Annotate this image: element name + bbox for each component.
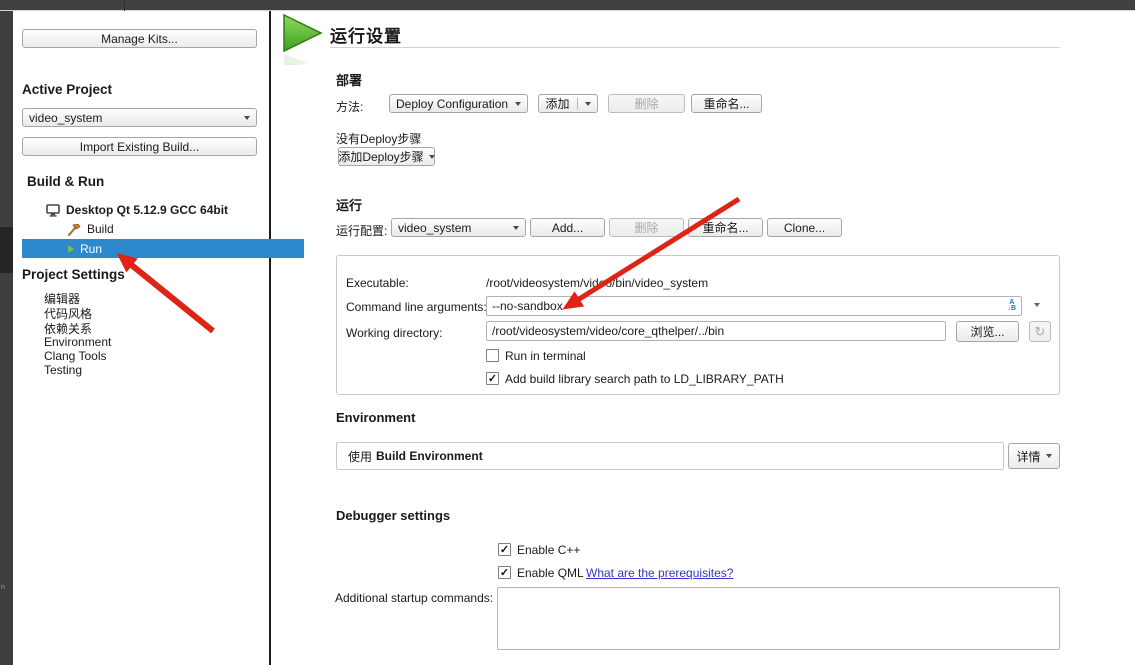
deploy-section-heading: 部署 [336, 70, 362, 89]
deploy-method-label: 方法: [336, 98, 363, 115]
args-value: --no-sandbox [492, 299, 563, 313]
reset-workdir-button[interactable]: ↻ [1029, 321, 1051, 342]
active-project-value: video_system [29, 111, 102, 125]
import-build-label: Import Existing Build... [80, 140, 199, 154]
enable-cpp-checkbox[interactable] [498, 543, 511, 556]
deploy-method-value: Deploy Configuration [396, 97, 508, 111]
sidebar-item-run[interactable]: Run [22, 239, 304, 258]
chevron-down-icon [515, 102, 521, 106]
build-label: Build [87, 222, 114, 236]
environment-summary-name: Build Environment [376, 449, 483, 463]
run-in-terminal-checkbox[interactable] [486, 349, 499, 362]
deploy-remove-label: 删除 [634, 95, 658, 112]
deploy-add-button[interactable]: 添加 [538, 94, 598, 113]
prerequisites-link[interactable]: What are the prerequisites? [586, 566, 733, 580]
environment-summary-box: 使用 Build Environment [336, 442, 1004, 470]
run-config-value: video_system [398, 221, 471, 235]
top-bar-divider [124, 0, 125, 11]
project-settings-heading: Project Settings [22, 267, 125, 282]
executable-label: Executable: [346, 276, 409, 290]
enable-qml-label: Enable QML [517, 566, 584, 580]
run-in-terminal-label: Run in terminal [505, 349, 586, 363]
browse-button[interactable]: 浏览... [956, 321, 1019, 342]
kit-label: Desktop Qt 5.12.9 GCC 64bit [66, 203, 228, 217]
deploy-rename-button[interactable]: 重命名... [691, 94, 762, 113]
workdir-label: Working directory: [346, 326, 442, 340]
add-deploy-step-label: 添加Deploy步骤 [338, 148, 423, 165]
import-existing-build-button[interactable]: Import Existing Build... [22, 137, 257, 156]
chevron-down-icon [429, 155, 435, 159]
sidebar-item-clang-tools[interactable]: Clang Tools [44, 349, 106, 363]
args-history-dropdown-icon[interactable] [1034, 303, 1040, 307]
args-input[interactable]: --no-sandbox A ↓B [486, 296, 1022, 316]
run-section-heading: 运行 [336, 195, 362, 214]
environment-summary-prefix: 使用 [348, 448, 372, 465]
run-config-select[interactable]: video_system [391, 218, 526, 237]
add-library-path-label: Add build library search path to LD_LIBR… [505, 372, 784, 386]
workdir-value: /root/videosystem/video/core_qthelper/..… [492, 324, 724, 338]
chevron-down-icon [513, 226, 519, 230]
build-and-run-heading: Build & Run [27, 174, 104, 189]
manage-kits-label: Manage Kits... [101, 32, 178, 46]
environment-details-button[interactable]: 详情 [1008, 443, 1060, 469]
chevron-down-icon [1046, 454, 1052, 458]
insert-variable-icon[interactable]: A ↓B [1007, 300, 1016, 312]
deploy-rename-label: 重命名... [703, 95, 749, 112]
page-title: 运行设置 [330, 22, 402, 47]
mode-bar [0, 11, 13, 665]
enable-qml-checkbox[interactable] [498, 566, 511, 579]
sidebar-item-environment[interactable]: Environment [44, 335, 111, 349]
executable-value: /root/videosystem/video/bin/video_system [486, 276, 708, 290]
sidebar-item-build[interactable]: Build [68, 221, 114, 237]
sidebar-item-kit[interactable]: Desktop Qt 5.12.9 GCC 64bit [46, 202, 228, 218]
monitor-icon [46, 204, 60, 217]
run-label: Run [80, 242, 102, 256]
play-icon [68, 245, 74, 253]
startup-commands-textarea[interactable] [497, 587, 1060, 650]
qt-creator-projects-window: n Manage Kits... Active Project video_sy… [0, 0, 1135, 665]
run-rename-label: 重命名... [702, 219, 748, 236]
run-add-label: Add... [552, 221, 583, 235]
active-project-select[interactable]: video_system [22, 108, 257, 127]
add-library-path-checkbox[interactable] [486, 372, 499, 385]
run-rename-button[interactable]: 重命名... [688, 218, 763, 237]
debugger-section-heading: Debugger settings [336, 508, 450, 523]
hammer-icon [68, 223, 81, 236]
reset-icon: ↻ [1035, 324, 1046, 340]
startup-commands-label: Additional startup commands: [335, 591, 493, 605]
run-clone-label: Clone... [784, 221, 825, 235]
modebar-glyph: n [1, 584, 5, 591]
manage-kits-button[interactable]: Manage Kits... [22, 29, 257, 48]
sidebar-divider [269, 11, 271, 665]
workdir-input[interactable]: /root/videosystem/video/core_qthelper/..… [486, 321, 946, 341]
title-underline [330, 47, 1060, 48]
run-settings-logo-icon [281, 13, 325, 70]
no-deploy-steps-label: 没有Deploy步骤 [336, 130, 421, 147]
environment-section-heading: Environment [336, 410, 415, 425]
run-add-button[interactable]: Add... [530, 218, 605, 237]
deploy-method-select[interactable]: Deploy Configuration [389, 94, 528, 113]
run-clone-button[interactable]: Clone... [767, 218, 842, 237]
deploy-add-label: 添加 [545, 95, 569, 112]
sidebar-item-testing[interactable]: Testing [44, 363, 82, 377]
window-top-bar [0, 0, 1135, 11]
arrow-to-run-item [129, 263, 213, 331]
modebar-selected-indicator [0, 227, 13, 273]
run-remove-button[interactable]: 删除 [609, 218, 684, 237]
run-config-label: 运行配置: [336, 222, 387, 239]
details-label: 详情 [1016, 448, 1040, 465]
deploy-remove-button[interactable]: 删除 [608, 94, 685, 113]
run-remove-label: 删除 [634, 219, 658, 236]
chevron-down-icon [244, 116, 250, 120]
browse-label: 浏览... [970, 323, 1004, 340]
button-split-divider [577, 98, 578, 110]
args-label: Command line arguments: [346, 300, 487, 314]
active-project-heading: Active Project [22, 82, 112, 97]
add-deploy-step-button[interactable]: 添加Deploy步骤 [338, 147, 435, 166]
enable-cpp-label: Enable C++ [517, 543, 580, 557]
chevron-down-icon [585, 102, 591, 106]
